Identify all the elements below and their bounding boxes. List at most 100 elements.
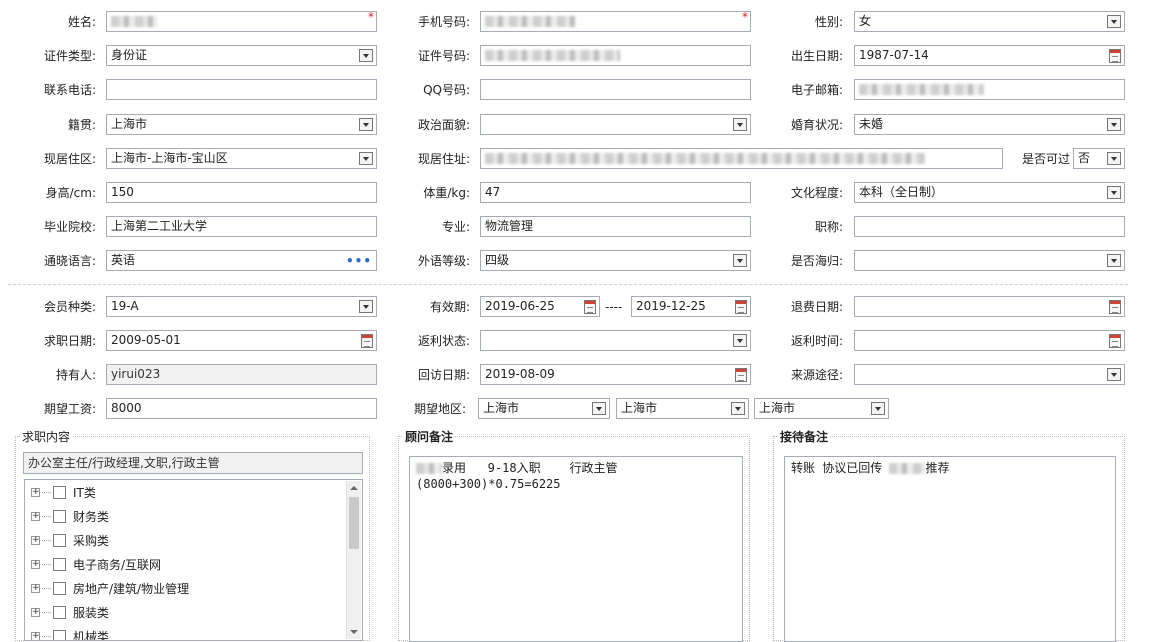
- weight-input[interactable]: 47: [480, 182, 751, 203]
- chevron-down-icon[interactable]: [1107, 15, 1121, 28]
- chevron-down-icon[interactable]: [733, 118, 747, 131]
- tree-connector: [42, 636, 51, 637]
- advisor-note-legend: 顾问备注: [403, 429, 456, 445]
- calendar-icon[interactable]: [1109, 300, 1121, 314]
- birth-date-input[interactable]: 1987-07-14: [854, 45, 1125, 66]
- contact-input[interactable]: [106, 79, 377, 100]
- expand-icon[interactable]: +: [31, 560, 40, 569]
- school-label: 毕业院校:: [43, 220, 96, 234]
- expand-icon[interactable]: +: [31, 488, 40, 497]
- chevron-down-icon[interactable]: [733, 254, 747, 267]
- reachable-select[interactable]: 否: [1073, 148, 1125, 169]
- scroll-down-icon[interactable]: [350, 630, 358, 634]
- checkbox[interactable]: [53, 486, 66, 499]
- chevron-down-icon[interactable]: [359, 152, 373, 165]
- calendar-icon[interactable]: [1109, 49, 1121, 63]
- chevron-down-icon[interactable]: [359, 49, 373, 62]
- gender-select[interactable]: 女: [854, 11, 1125, 32]
- area-city-select[interactable]: 上海市: [616, 398, 749, 419]
- address-label: 现居住址:: [417, 152, 470, 166]
- expand-icon[interactable]: +: [31, 536, 40, 545]
- returnee-label: 是否海归:: [790, 254, 843, 268]
- advisor-note-panel: 顾问备注 录用 9-18入职 行政主管 (8000+300)*0.75=6225: [398, 429, 750, 642]
- scrollbar[interactable]: [346, 481, 361, 639]
- chevron-down-icon[interactable]: [1107, 254, 1121, 267]
- salary-input[interactable]: 8000: [106, 398, 377, 419]
- valid-to-input[interactable]: 2019-12-25: [631, 296, 751, 317]
- rebate-status-select[interactable]: [480, 330, 751, 351]
- tree-connector: [42, 516, 51, 517]
- scroll-up-icon[interactable]: [350, 486, 358, 490]
- expand-icon[interactable]: +: [31, 608, 40, 617]
- expand-icon[interactable]: +: [31, 584, 40, 593]
- calendar-icon[interactable]: [584, 300, 596, 314]
- name-input[interactable]: *: [106, 11, 377, 32]
- political-select[interactable]: [480, 114, 751, 135]
- id-no-input[interactable]: [480, 45, 751, 66]
- chevron-down-icon[interactable]: [359, 118, 373, 131]
- tree-item-label: 服装类: [73, 606, 110, 620]
- more-icon[interactable]: •••: [346, 252, 372, 270]
- language-value: 英语: [111, 253, 136, 267]
- native-label: 籍贯:: [67, 118, 96, 132]
- id-type-select[interactable]: 身份证: [106, 45, 377, 66]
- member-type-select[interactable]: 19-A: [106, 296, 377, 317]
- address-input[interactable]: [480, 148, 1003, 169]
- contact-label: 联系电话:: [43, 83, 96, 97]
- expand-icon[interactable]: +: [31, 632, 40, 640]
- calendar-icon[interactable]: [735, 300, 747, 314]
- chevron-down-icon[interactable]: [1107, 118, 1121, 131]
- checkbox[interactable]: [53, 558, 66, 571]
- residence-select[interactable]: 上海市-上海市-宝山区: [106, 148, 377, 169]
- reception-note-textarea[interactable]: 转账 协议已回传 推荐: [784, 456, 1116, 642]
- native-select[interactable]: 上海市: [106, 114, 377, 135]
- marital-select[interactable]: 未婚: [854, 114, 1125, 135]
- chevron-down-icon[interactable]: [359, 300, 373, 313]
- chevron-down-icon[interactable]: [731, 402, 745, 415]
- area-province-select[interactable]: 上海市: [478, 398, 610, 419]
- job-content-legend: 求职内容: [20, 429, 73, 445]
- height-input[interactable]: 150: [106, 182, 377, 203]
- title-input[interactable]: [854, 216, 1125, 237]
- language-input[interactable]: 英语 •••: [106, 250, 377, 271]
- masked-text: [416, 463, 442, 474]
- phone-input[interactable]: *: [480, 11, 751, 32]
- chevron-down-icon[interactable]: [871, 402, 885, 415]
- checkbox[interactable]: [53, 582, 66, 595]
- job-date-input[interactable]: 2009-05-01: [106, 330, 377, 351]
- calendar-icon[interactable]: [735, 368, 747, 382]
- valid-from-value: 2019-06-25: [485, 299, 555, 313]
- valid-from-input[interactable]: 2019-06-25: [480, 296, 600, 317]
- masked-text: [111, 16, 157, 27]
- source-select[interactable]: [854, 364, 1125, 385]
- school-input[interactable]: 上海第二工业大学: [106, 216, 377, 237]
- rebate-time-input[interactable]: [854, 330, 1125, 351]
- education-select[interactable]: 本科（全日制）: [854, 182, 1125, 203]
- advisor-note-line2: (8000+300)*0.75=6225: [416, 477, 561, 491]
- returnee-select[interactable]: [854, 250, 1125, 271]
- area-district-select[interactable]: 上海市: [754, 398, 889, 419]
- chevron-down-icon[interactable]: [1107, 368, 1121, 381]
- chevron-down-icon[interactable]: [1107, 152, 1121, 165]
- chevron-down-icon[interactable]: [733, 334, 747, 347]
- qq-input[interactable]: [480, 79, 751, 100]
- calendar-icon[interactable]: [361, 334, 373, 348]
- political-label: 政治面貌:: [417, 118, 470, 132]
- checkbox[interactable]: [53, 534, 66, 547]
- foreign-level-select[interactable]: 四级: [480, 250, 751, 271]
- visit-date-input[interactable]: 2019-08-09: [480, 364, 751, 385]
- calendar-icon[interactable]: [1109, 334, 1121, 348]
- job-category-tree[interactable]: + IT类 + 财务类 + 采购类 + 电子商务/互联网 + 房地产/建筑/物业管理 + 服装类 + 机械…: [24, 479, 363, 641]
- scroll-thumb[interactable]: [349, 497, 359, 549]
- tree-connector: [42, 588, 51, 589]
- major-input[interactable]: 物流管理: [480, 216, 751, 237]
- chevron-down-icon[interactable]: [1107, 186, 1121, 199]
- checkbox[interactable]: [53, 606, 66, 619]
- chevron-down-icon[interactable]: [592, 402, 606, 415]
- expand-icon[interactable]: +: [31, 512, 40, 521]
- advisor-note-textarea[interactable]: 录用 9-18入职 行政主管 (8000+300)*0.75=6225: [409, 456, 743, 642]
- refund-date-input[interactable]: [854, 296, 1125, 317]
- checkbox[interactable]: [53, 630, 66, 640]
- email-input[interactable]: [854, 79, 1125, 100]
- checkbox[interactable]: [53, 510, 66, 523]
